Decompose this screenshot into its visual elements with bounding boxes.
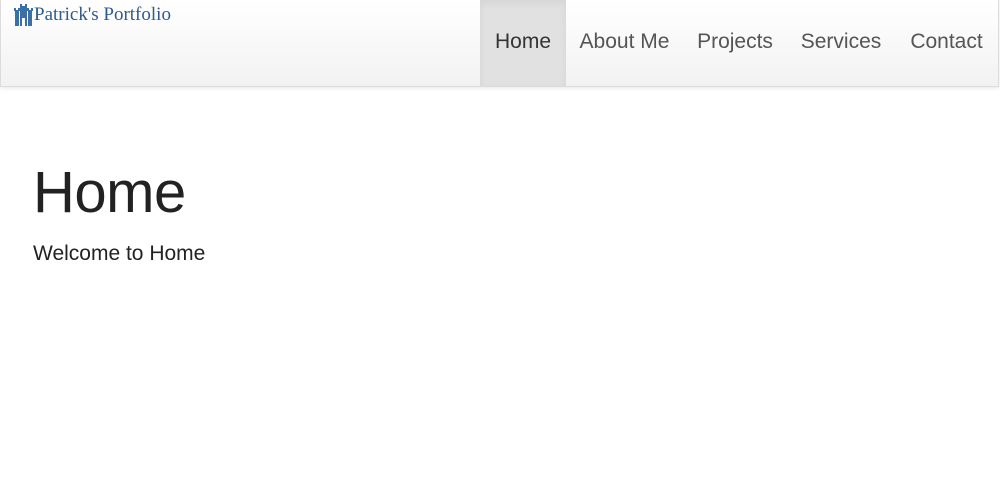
nav-item-projects[interactable]: Projects bbox=[683, 0, 787, 86]
main-nav: Home About Me Projects Services Contact bbox=[480, 0, 998, 86]
main-content: Home Welcome to Home bbox=[33, 160, 205, 266]
nav-item-services[interactable]: Services bbox=[787, 0, 895, 86]
nav-item-contact[interactable]: Contact bbox=[895, 0, 998, 86]
nav-item-about-me[interactable]: About Me bbox=[566, 0, 683, 86]
castle-icon bbox=[14, 4, 33, 26]
nav-item-home[interactable]: Home bbox=[480, 0, 566, 86]
navbar: Patrick's Portfolio Home About Me Projec… bbox=[0, 0, 999, 87]
brand-name: Patrick's Portfolio bbox=[34, 4, 171, 25]
welcome-text: Welcome to Home bbox=[33, 242, 206, 265]
page-title: Home bbox=[33, 160, 186, 225]
brand-link[interactable]: Patrick's Portfolio bbox=[14, 4, 171, 26]
